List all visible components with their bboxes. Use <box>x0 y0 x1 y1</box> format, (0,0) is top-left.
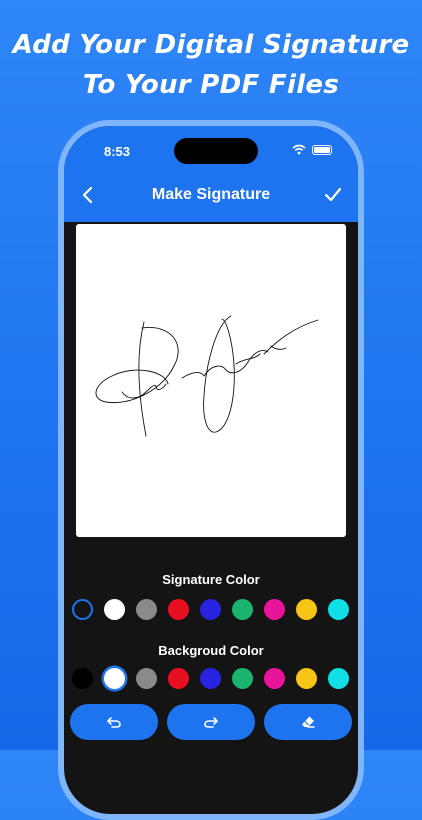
wifi-icon <box>292 144 306 155</box>
background-color-picker <box>72 668 349 689</box>
promo-headline-line2: To Your PDF Files <box>82 70 340 100</box>
signature-color-swatch[interactable] <box>200 599 221 620</box>
background-color-swatch[interactable] <box>296 668 317 689</box>
signature-color-swatch[interactable] <box>136 599 157 620</box>
undo-icon <box>107 717 121 728</box>
page-title: Make Signature <box>151 186 271 203</box>
promo-headline-line1: Add Your Digital Signature <box>12 30 410 60</box>
status-time: 8:53 <box>104 144 131 159</box>
signature-color-picker <box>72 599 349 620</box>
signature-color-swatch[interactable] <box>296 599 317 620</box>
status-icons <box>292 144 332 155</box>
signature-color-swatch[interactable] <box>328 599 349 620</box>
eraser-icon <box>302 716 315 728</box>
signature-color-swatch[interactable] <box>264 599 285 620</box>
background-color-swatch[interactable] <box>328 668 349 689</box>
eraser-button[interactable] <box>264 704 352 740</box>
background-color-swatch[interactable] <box>232 668 253 689</box>
checkmark-icon[interactable] <box>322 184 344 206</box>
background-color-swatch[interactable] <box>72 668 93 689</box>
signature-drawing <box>95 315 319 437</box>
app-screen: 8:53 Make Signature Signature Color Back… <box>64 126 358 814</box>
battery-icon <box>312 144 332 155</box>
signature-color-swatch[interactable] <box>72 599 93 620</box>
redo-icon <box>204 717 218 728</box>
signature-color-label: Signature Color <box>162 572 260 587</box>
signature-canvas[interactable] <box>76 224 346 537</box>
phone-frame: 8:53 Make Signature Signature Color Back… <box>58 120 364 820</box>
background-color-swatch[interactable] <box>136 668 157 689</box>
signature-color-swatch[interactable] <box>104 599 125 620</box>
signature-color-swatch[interactable] <box>168 599 189 620</box>
dynamic-island <box>174 138 258 164</box>
background-color-swatch[interactable] <box>104 668 125 689</box>
background-color-label: Backgroud Color <box>158 643 264 658</box>
background-color-swatch[interactable] <box>168 668 189 689</box>
background-color-swatch[interactable] <box>200 668 221 689</box>
background-color-swatch[interactable] <box>264 668 285 689</box>
undo-button[interactable] <box>70 704 158 740</box>
navigation-bar: 8:53 Make Signature <box>64 126 358 222</box>
redo-button[interactable] <box>167 704 255 740</box>
signature-color-swatch[interactable] <box>232 599 253 620</box>
